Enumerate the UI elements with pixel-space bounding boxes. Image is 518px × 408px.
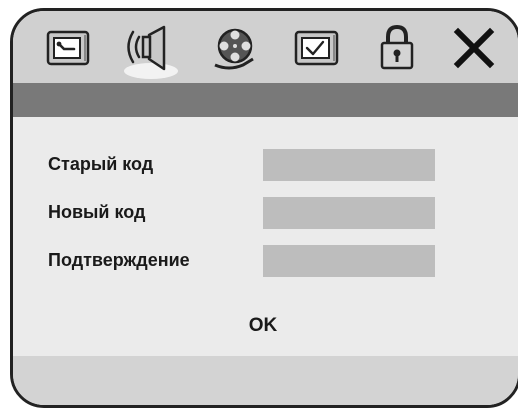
tab-video-setup[interactable] [209,23,259,73]
confirm-code-label: Подтверждение [48,250,190,270]
tab-preferences[interactable] [292,23,342,73]
old-code-field[interactable] [263,149,435,181]
checkbox-tv-icon [294,30,339,66]
close-button[interactable] [453,23,495,73]
new-code-row: Новый код [48,197,488,229]
tab-password-setup[interactable] [377,23,417,73]
tab-audio-setup[interactable] [119,23,183,79]
film-reel-icon [214,28,254,70]
new-code-field[interactable] [263,197,435,229]
settings-window: Старый код Новый код Подтверждение OK [10,8,518,408]
padlock-icon [380,24,414,70]
tab-general-setup[interactable] [43,23,93,73]
old-code-label: Старый код [48,154,154,174]
toolbar [13,11,518,83]
ok-button[interactable]: OK [233,315,293,337]
close-icon [453,27,495,69]
old-code-row: Старый код [48,149,488,181]
page-title-bar [13,83,518,117]
confirm-code-field[interactable] [263,245,435,277]
speaker-icon [124,25,178,79]
wrench-tv-icon [46,30,90,66]
bottom-bar [13,356,518,405]
new-code-label: Новый код [48,202,146,222]
confirm-code-row: Подтверждение [48,245,488,277]
